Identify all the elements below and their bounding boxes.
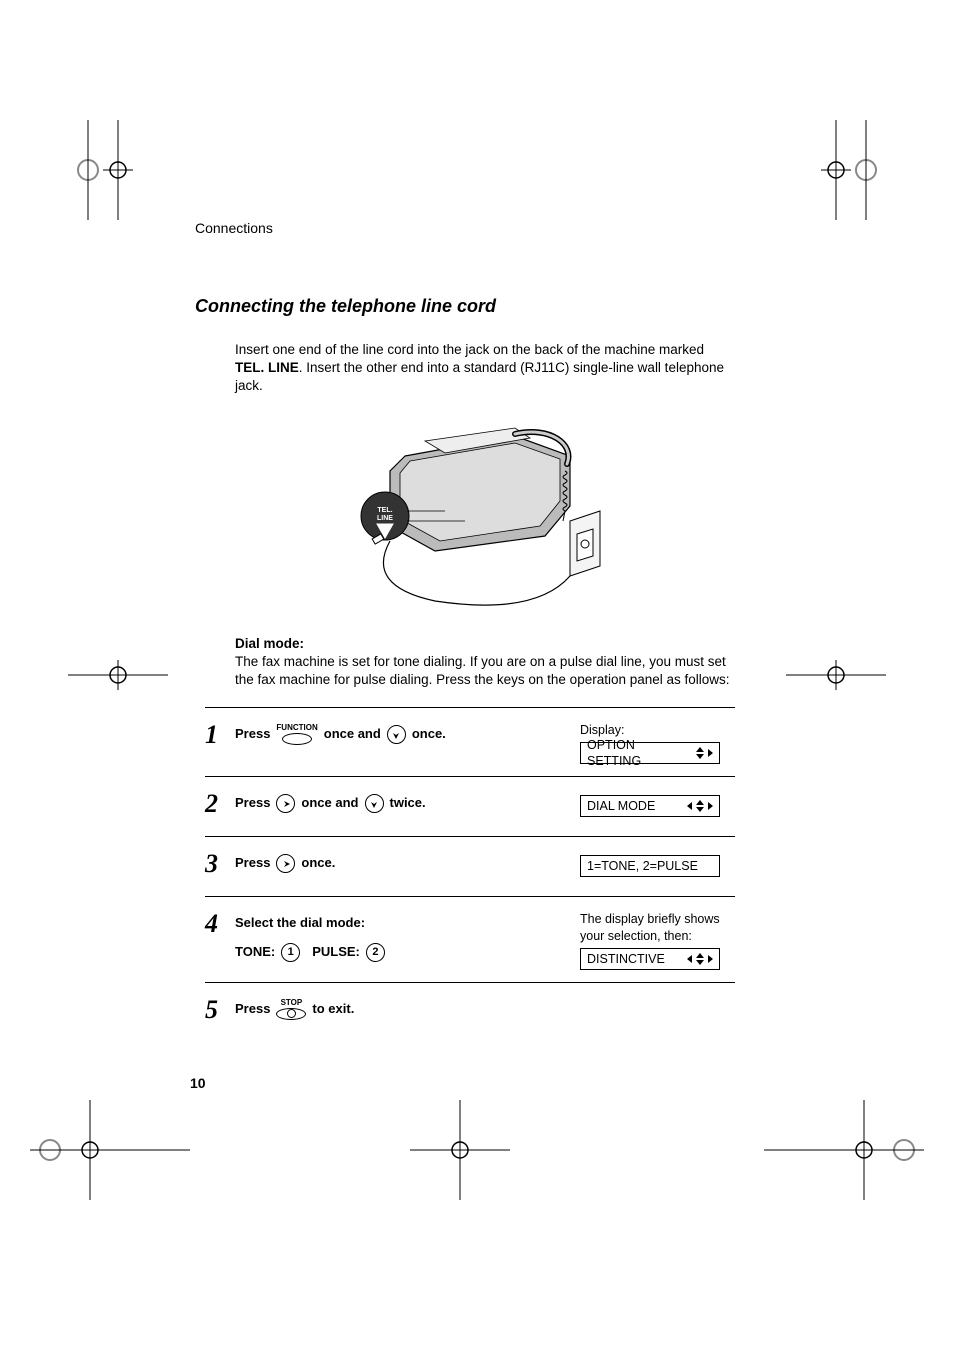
down-arrow-key-icon [387, 725, 406, 744]
display-box: DIAL MODE [580, 795, 720, 817]
step-display [580, 995, 735, 997]
display-text: DISTINCTIVE [587, 951, 665, 967]
display-box: DISTINCTIVE [580, 948, 720, 970]
key-label: FUNCTION [276, 724, 317, 732]
registration-mark-ml [68, 625, 168, 725]
display-box: OPTION SETTING [580, 742, 720, 764]
step-number: 3 [205, 849, 235, 879]
text: twice. [390, 793, 426, 814]
step-display: 1=TONE, 2=PULSE [580, 849, 735, 877]
registration-mark-br [764, 1100, 924, 1200]
text: Select the dial mode: [235, 913, 365, 934]
step-number: 1 [205, 720, 235, 750]
step-display: The display briefly shows your selection… [580, 909, 735, 970]
step-instruction: Press once and twice. [235, 789, 580, 814]
dial-mode-text: The fax machine is set for tone dialing.… [235, 653, 735, 689]
step-display: DIAL MODE [580, 789, 735, 817]
step-4: 4 Select the dial mode: TONE: 1 PULSE: 2… [205, 897, 735, 983]
registration-mark-tl [68, 120, 168, 220]
down-arrow-key-icon [365, 794, 384, 813]
right-arrow-key-icon [276, 794, 295, 813]
step-instruction: Press FUNCTION once and once. [235, 720, 580, 745]
page-title: Connecting the telephone line cord [195, 296, 735, 317]
text: PULSE: [312, 942, 360, 963]
text: once and [301, 793, 358, 814]
step-instruction: Press STOP to exit. [235, 995, 580, 1020]
text: Press [235, 724, 270, 745]
text: Press [235, 999, 270, 1020]
steps-list: 1 Press FUNCTION once and once. Display:… [205, 707, 735, 1043]
right-arrow-key-icon [276, 854, 295, 873]
key-label: STOP [281, 999, 303, 1007]
pulse-option: PULSE: 2 [312, 942, 387, 963]
step-number: 4 [205, 909, 235, 939]
step-5: 5 Press STOP to exit. [205, 983, 735, 1043]
tone-option: TONE: 1 [235, 942, 302, 963]
text: Press [235, 853, 270, 874]
intro-text-1: Insert one end of the line cord into the… [235, 342, 704, 357]
text: once. [301, 853, 335, 874]
fax-illustration: TEL. LINE [195, 416, 735, 616]
stop-key-icon: STOP [276, 999, 306, 1020]
step-number: 5 [205, 995, 235, 1025]
svg-text:LINE: LINE [377, 515, 393, 522]
nav-arrows-icon [683, 800, 713, 812]
registration-mark-bl [30, 1100, 190, 1200]
text: TONE: [235, 942, 275, 963]
registration-mark-mr [786, 625, 886, 725]
key-1-icon: 1 [281, 943, 300, 962]
dial-mode-heading: Dial mode: [235, 636, 735, 651]
step-2: 2 Press once and twice. DIAL MODE [205, 777, 735, 837]
intro-bold: TEL. LINE [235, 360, 299, 375]
svg-text:TEL.: TEL. [377, 507, 392, 514]
text: to exit. [312, 999, 354, 1020]
display-label: Display: [580, 722, 735, 738]
step-instruction: Select the dial mode: TONE: 1 PULSE: 2 [235, 909, 580, 963]
key-2-icon: 2 [366, 943, 385, 962]
display-box: 1=TONE, 2=PULSE [580, 855, 720, 877]
display-text: DIAL MODE [587, 798, 655, 814]
intro-paragraph: Insert one end of the line cord into the… [235, 341, 735, 396]
step-number: 2 [205, 789, 235, 819]
display-text: OPTION SETTING [587, 737, 692, 770]
registration-mark-bc [410, 1100, 510, 1200]
registration-mark-tr [786, 120, 886, 220]
function-key-icon: FUNCTION [276, 724, 317, 745]
step-instruction: Press once. [235, 849, 580, 874]
text: once. [412, 724, 446, 745]
text: Press [235, 793, 270, 814]
nav-arrows-icon [692, 747, 713, 759]
step-1: 1 Press FUNCTION once and once. Display:… [205, 708, 735, 777]
text: once and [324, 724, 381, 745]
step-display: Display: OPTION SETTING [580, 720, 735, 764]
intro-text-2: . Insert the other end into a standard (… [235, 360, 724, 393]
page-number: 10 [190, 1075, 206, 1091]
display-note: The display briefly shows your selection… [580, 911, 735, 944]
display-text: 1=TONE, 2=PULSE [587, 858, 698, 874]
nav-arrows-icon [683, 953, 713, 965]
step-3: 3 Press once. 1=TONE, 2=PULSE [205, 837, 735, 897]
section-header: Connections [195, 220, 735, 236]
